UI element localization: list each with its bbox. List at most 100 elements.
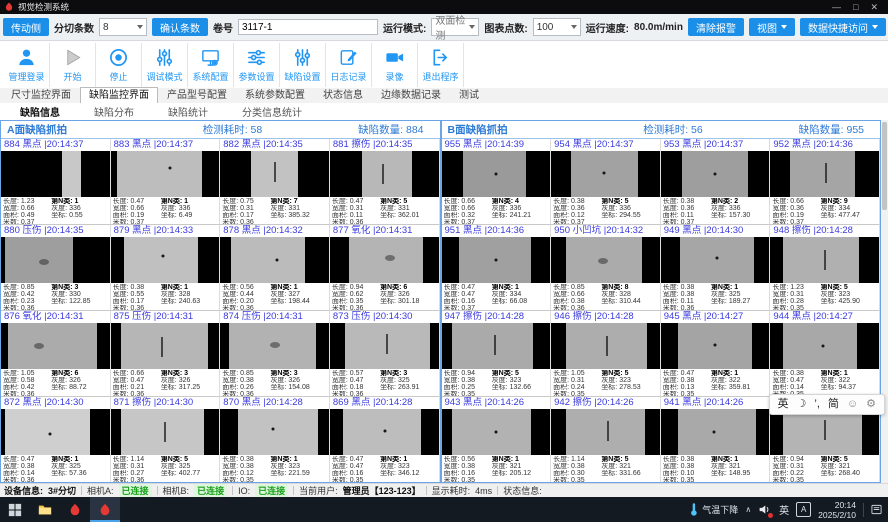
action-button-7[interactable]: 缺陷设置	[280, 43, 326, 87]
quick-access-menu-button[interactable]: 数据快捷访问	[800, 18, 886, 36]
ime-emoji-icon[interactable]: ☺	[847, 396, 858, 413]
close-button[interactable]: ✕	[870, 0, 878, 14]
defect-cell[interactable]: 950 小凹坑 |20:14:32长度: 0.85宽度: 0.66面积: 0.3…	[551, 225, 661, 311]
action-button-9[interactable]: 录像	[372, 43, 418, 87]
defect-cell[interactable]: 874 压伤 |20:14:31长度: 0.85宽度: 0.38面积: 0.26…	[220, 311, 330, 397]
defect-cell[interactable]: 955 黑点 |20:14:39 长度: 0.66宽度: 0.66面积: 0.32…	[442, 139, 552, 225]
ime-simplified-toggle[interactable]: 简	[828, 396, 839, 413]
notification-center-icon[interactable]	[863, 503, 884, 517]
action-button-10[interactable]: 退出程序	[418, 43, 464, 87]
main-tab-7[interactable]: 测试	[450, 87, 488, 103]
info-line: 灰度: 326	[161, 377, 217, 384]
defect-info-left: 长度: 1.14宽度: 0.38面积: 0.30米数: 0.35	[553, 456, 599, 482]
info-line: 灰度: 323	[492, 377, 548, 384]
chart-points-select[interactable]: 100	[533, 18, 581, 36]
defect-mark	[712, 431, 715, 434]
defect-cell[interactable]: 883 黑点 |20:14:37长度: 0.47宽度: 0.66面积: 0.19…	[111, 139, 221, 225]
scrollbar-thumb[interactable]	[882, 122, 887, 210]
confirm-count-button[interactable]: 确认条数	[152, 18, 208, 36]
defect-cell-header: 955 黑点 |20:14:39	[442, 139, 551, 151]
defect-info-right: 第N类: 5灰度: 325坐标: 402.77	[159, 456, 217, 482]
defect-cell[interactable]: 952 黑点 |20:14:36长度: 0.66宽度: 0.36面积: 0.19…	[770, 139, 880, 225]
weather-widget[interactable]: 气温下降	[688, 503, 738, 516]
defect-image	[220, 323, 329, 369]
action-button-8[interactable]: 日志记录	[326, 43, 372, 87]
action-button-4[interactable]: 调试模式	[142, 43, 188, 87]
defect-cell[interactable]: 879 黑点 |20:14:33长度: 0.38宽度: 0.55面积: 0.17…	[111, 225, 221, 311]
chevron-down-icon	[872, 25, 878, 29]
defect-cell[interactable]: 949 黑点 |20:14:30长度: 0.38宽度: 0.38面积: 0.11…	[661, 225, 771, 311]
app-icon-1[interactable]	[60, 497, 90, 522]
defect-cell[interactable]: 873 压伤 |20:14:30长度: 0.57宽度: 0.47面积: 0.18…	[330, 311, 440, 397]
sub-tab-1[interactable]: 缺陷信息	[20, 104, 60, 119]
defect-cell[interactable]: 882 黑点 |20:14:35长度: 0.75宽度: 0.31面积: 0.17…	[220, 139, 330, 225]
ime-english-toggle[interactable]: 英	[778, 396, 789, 413]
action-button-1[interactable]: 管理登录	[4, 43, 50, 87]
defect-cell[interactable]: 881 擦伤 |20:14:35长度: 0.47宽度: 0.31面积: 0.11…	[330, 139, 440, 225]
info-line: 宽度: 0.66	[553, 291, 599, 298]
defect-cell[interactable]: 872 黑点 |20:14:30长度: 0.47宽度: 0.38面积: 0.14…	[1, 397, 111, 483]
info-line: 灰度: 321	[821, 463, 877, 470]
defect-cell[interactable]: 880 压伤 |20:14:35长度: 0.85宽度: 0.42面积: 0.23…	[1, 225, 111, 311]
defect-cell[interactable]: 877 氧化 |20:14:31长度: 0.94宽度: 0.62面积: 0.35…	[330, 225, 440, 311]
app-icon-2-active[interactable]	[90, 497, 120, 522]
tray-expand-icon[interactable]: ∧	[745, 505, 751, 514]
info-line: 长度: 0.38	[553, 198, 599, 205]
ime-language-indicator[interactable]: 英	[779, 502, 789, 517]
defect-cell[interactable]: 941 黑点 |20:14:26长度: 0.38宽度: 0.38面积: 0.10…	[661, 397, 771, 483]
run-mode-select[interactable]: 双面检测	[431, 18, 479, 36]
roll-number-input[interactable]	[238, 19, 378, 35]
ime-punctuation-toggle[interactable]: ’,	[814, 396, 820, 413]
file-explorer-icon[interactable]	[30, 497, 60, 522]
defect-cell[interactable]: 951 黑点 |20:14:36长度: 0.47宽度: 0.47面积: 0.16…	[442, 225, 552, 311]
defect-cell[interactable]: 947 擦伤 |20:14:28长度: 0.94宽度: 0.38面积: 0.25…	[442, 311, 552, 397]
taskbar-clock[interactable]: 20:14 2025/2/10	[818, 500, 856, 520]
main-tab-3[interactable]: 产品型号配置	[158, 87, 236, 103]
defect-cell[interactable]: 871 擦伤 |20:14:30长度: 1.14宽度: 0.31面积: 0.27…	[111, 397, 221, 483]
defect-info: 长度: 0.47宽度: 0.38面积: 0.13米数: 0.35第N类: 1灰度…	[661, 369, 770, 396]
ime-moon-icon[interactable]: ☽	[797, 396, 807, 413]
defect-cell[interactable]: 878 黑点 |20:14:32长度: 0.56宽度: 0.44面积: 0.20…	[220, 225, 330, 311]
defect-info-right: 第N类: 5灰度: 321坐标: 268.40	[819, 456, 877, 482]
defect-info: 长度: 0.66宽度: 0.66面积: 0.32米数: 0.37第N类: 4灰度…	[442, 197, 551, 224]
action-button-2[interactable]: 开始	[50, 43, 96, 87]
sub-tab-3[interactable]: 缺陷统计	[168, 104, 208, 119]
defect-cell[interactable]: 870 黑点 |20:14:28长度: 0.38宽度: 0.38面积: 0.12…	[220, 397, 330, 483]
defect-cell[interactable]: 948 擦伤 |20:14:28长度: 1.23宽度: 0.31面积: 0.28…	[770, 225, 880, 311]
window-controls: — □ ✕	[832, 0, 884, 14]
defect-cell[interactable]: 875 压伤 |20:14:31长度: 0.66宽度: 0.47面积: 0.21…	[111, 311, 221, 397]
defect-cell[interactable]: 942 擦伤 |20:14:26长度: 1.14宽度: 0.38面积: 0.30…	[551, 397, 661, 483]
defect-cell[interactable]: 953 黑点 |20:14:37长度: 0.38宽度: 0.36面积: 0.11…	[661, 139, 771, 225]
sub-tab-4[interactable]: 分类信息统计	[242, 104, 302, 119]
defect-cell[interactable]: 876 氧化 |20:14:31长度: 1.05宽度: 0.58面积: 0.42…	[1, 311, 111, 397]
vertical-scrollbar[interactable]	[881, 120, 888, 483]
start-button[interactable]	[0, 497, 30, 522]
action-button-6[interactable]: 参数设置	[234, 43, 280, 87]
defect-cell[interactable]: 944 黑点 |20:14:27长度: 0.38宽度: 0.47面积: 0.14…	[770, 311, 880, 397]
transmission-side-button[interactable]: 传动侧	[3, 18, 49, 36]
ime-mode-icon[interactable]: A	[796, 502, 811, 517]
defect-cell[interactable]: 943 黑点 |20:14:26长度: 0.56宽度: 0.38面积: 0.16…	[442, 397, 552, 483]
defect-cell[interactable]: 954 黑点 |20:14:37长度: 0.38宽度: 0.36面积: 0.12…	[551, 139, 661, 225]
main-tab-4[interactable]: 系统参数配置	[236, 87, 314, 103]
sub-tab-2[interactable]: 缺陷分布	[94, 104, 134, 119]
info-line: 灰度: 325	[711, 291, 767, 298]
main-tab-2[interactable]: 缺陷监控界面	[80, 87, 158, 103]
action-button-3[interactable]: 停止	[96, 43, 142, 87]
maximize-button[interactable]: □	[853, 0, 858, 14]
defect-cell[interactable]: 945 黑点 |20:14:27长度: 0.47宽度: 0.38面积: 0.13…	[661, 311, 771, 397]
volume-icon[interactable]	[758, 503, 772, 517]
defect-cell[interactable]: 946 擦伤 |20:14:28长度: 1.05宽度: 0.31面积: 0.24…	[551, 311, 661, 397]
view-menu-button[interactable]: 视图	[749, 18, 795, 36]
slit-count-select[interactable]: 8	[99, 18, 147, 36]
defect-cell[interactable]: 884 黑点 |20:14:37长度: 1.23宽度: 0.66面积: 0.49…	[1, 139, 111, 225]
main-tab-1[interactable]: 尺寸监控界面	[2, 87, 80, 103]
action-button-5[interactable]: 系统配置	[188, 43, 234, 87]
minimize-button[interactable]: —	[832, 0, 841, 14]
defect-info: 长度: 0.47宽度: 0.47面积: 0.16米数: 0.37第N类: 1灰度…	[442, 283, 551, 310]
ime-settings-gear-icon[interactable]: ⚙	[866, 396, 876, 413]
main-tab-5[interactable]: 状态信息	[314, 87, 372, 103]
main-tab-6[interactable]: 边缘数据记录	[372, 87, 450, 103]
clear-alarm-button[interactable]: 清除报警	[688, 18, 744, 36]
defect-cell[interactable]: 869 黑点 |20:14:28长度: 0.47宽度: 0.47面积: 0.16…	[330, 397, 440, 483]
